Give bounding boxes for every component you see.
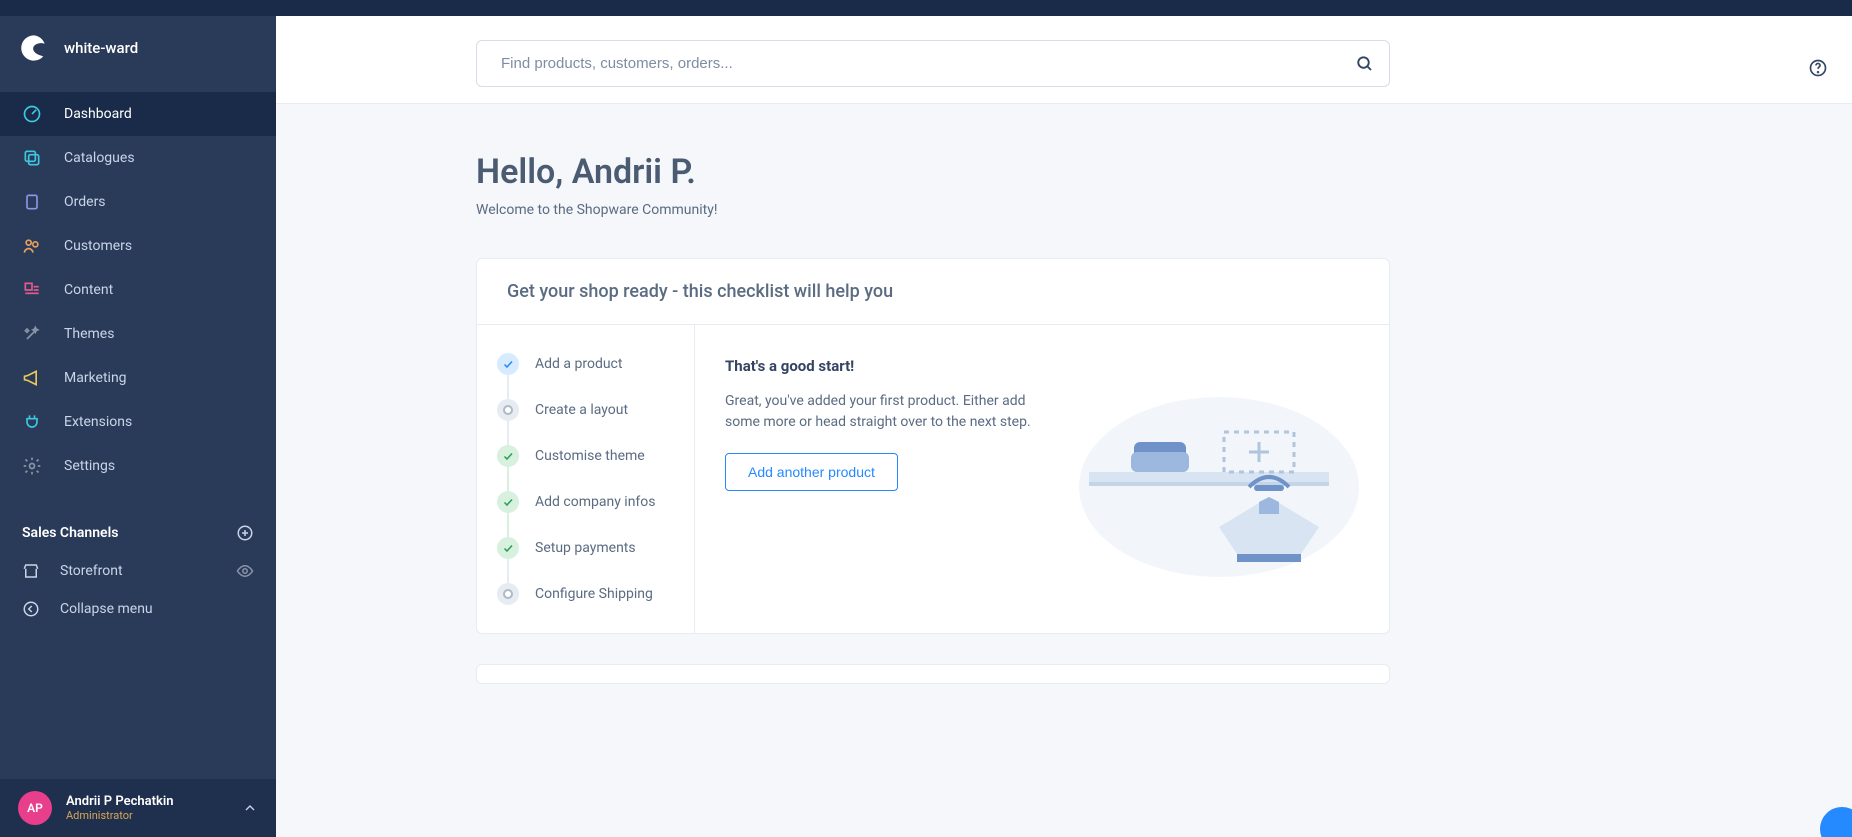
checklist-label: Add company infos: [535, 494, 656, 510]
floating-action-button[interactable]: [1820, 807, 1852, 837]
help-icon: [1808, 58, 1828, 78]
section-label-text: Sales Channels: [22, 525, 118, 541]
checklist-label: Setup payments: [535, 540, 636, 556]
checklist-label: Add a product: [535, 356, 622, 372]
user-name: Andrii P Pechatkin: [66, 794, 173, 809]
user-role: Administrator: [66, 809, 173, 822]
nav-item-marketing[interactable]: Marketing: [0, 356, 276, 400]
search-button[interactable]: [1356, 55, 1374, 73]
checklist-item-add-product[interactable]: Add a product: [497, 353, 674, 375]
checklist: Add a product Create a layout: [477, 325, 695, 633]
sales-channels-header: Sales Channels: [0, 508, 276, 552]
eye-icon[interactable]: [236, 562, 254, 580]
checklist-item-setup-payments[interactable]: Setup payments: [497, 537, 674, 559]
checklist-item-configure-shipping[interactable]: Configure Shipping: [497, 583, 674, 605]
checklist-label: Configure Shipping: [535, 586, 653, 602]
nav-item-themes[interactable]: Themes: [0, 312, 276, 356]
search-bar-region: [276, 16, 1852, 104]
nav-label: Orders: [64, 194, 106, 210]
add-channel-button[interactable]: [236, 524, 254, 542]
search-icon: [1356, 55, 1374, 73]
next-card-peek: [476, 664, 1390, 684]
help-button[interactable]: [1808, 58, 1828, 78]
collapse-menu-button[interactable]: Collapse menu: [0, 590, 276, 628]
checklist-item-create-layout[interactable]: Create a layout: [497, 399, 674, 421]
checklist-detail: That's a good start! Great, you've added…: [695, 325, 1389, 633]
nav-item-catalogues[interactable]: Catalogues: [0, 136, 276, 180]
main-content: Hello, Andrii P. Welcome to the Shopware…: [276, 16, 1852, 837]
channel-label: Storefront: [60, 563, 123, 579]
nav-label: Marketing: [64, 370, 127, 386]
nav-label: Settings: [64, 458, 115, 474]
nav-item-orders[interactable]: Orders: [0, 180, 276, 224]
step-indicator-pending: [497, 399, 519, 421]
main-nav: Dashboard Catalogues Orders Customers: [0, 80, 276, 488]
nav-item-extensions[interactable]: Extensions: [0, 400, 276, 444]
nav-item-content[interactable]: Content: [0, 268, 276, 312]
nav-label: Themes: [64, 326, 114, 342]
layout-icon: [22, 280, 42, 300]
step-indicator-done: [497, 445, 519, 467]
step-indicator-pending: [497, 583, 519, 605]
copy-icon: [22, 148, 42, 168]
checklist-label: Create a layout: [535, 402, 628, 418]
collapse-icon: [22, 600, 40, 618]
detail-body: Great, you've added your first product. …: [725, 391, 1045, 433]
greeting-title: Hello, Andrii P.: [476, 152, 1390, 192]
nav-item-customers[interactable]: Customers: [0, 224, 276, 268]
shop-illustration: [1059, 357, 1359, 577]
welcome-text: Welcome to the Shopware Community!: [476, 202, 1390, 218]
top-bar: [0, 0, 1852, 16]
users-icon: [22, 236, 42, 256]
brand-block[interactable]: white-ward: [0, 16, 276, 80]
nav-label: Dashboard: [64, 106, 132, 122]
detail-title: That's a good start!: [725, 357, 1045, 375]
storefront-icon: [22, 562, 40, 580]
nav-item-settings[interactable]: Settings: [0, 444, 276, 488]
checklist-label: Customise theme: [535, 448, 645, 464]
channel-item-storefront[interactable]: Storefront: [0, 552, 276, 590]
sidebar: white-ward Dashboard Catalogues Orders: [0, 16, 276, 837]
gear-icon: [22, 456, 42, 476]
nav-label: Customers: [64, 238, 132, 254]
checklist-card-header: Get your shop ready - this checklist wil…: [477, 259, 1389, 325]
checklist-card: Get your shop ready - this checklist wil…: [476, 258, 1390, 634]
chevron-up-icon: [242, 800, 258, 816]
step-indicator-active: [497, 353, 519, 375]
nav-label: Content: [64, 282, 113, 298]
avatar: AP: [18, 791, 52, 825]
wand-icon: [22, 324, 42, 344]
nav-label: Extensions: [64, 414, 132, 430]
search-input[interactable]: [476, 40, 1390, 87]
step-indicator-done: [497, 537, 519, 559]
user-menu[interactable]: AP Andrii P Pechatkin Administrator: [0, 779, 276, 837]
checklist-item-company-infos[interactable]: Add company infos: [497, 491, 674, 513]
collapse-label: Collapse menu: [60, 601, 153, 617]
megaphone-icon: [22, 368, 42, 388]
nav-label: Catalogues: [64, 150, 135, 166]
clipboard-icon: [22, 192, 42, 212]
checklist-item-customise-theme[interactable]: Customise theme: [497, 445, 674, 467]
plug-icon: [22, 412, 42, 432]
shopware-logo-icon: [20, 34, 48, 62]
add-another-product-button[interactable]: Add another product: [725, 453, 898, 491]
brand-label: white-ward: [64, 39, 138, 57]
nav-item-dashboard[interactable]: Dashboard: [0, 92, 276, 136]
step-indicator-done: [497, 491, 519, 513]
gauge-icon: [22, 104, 42, 124]
